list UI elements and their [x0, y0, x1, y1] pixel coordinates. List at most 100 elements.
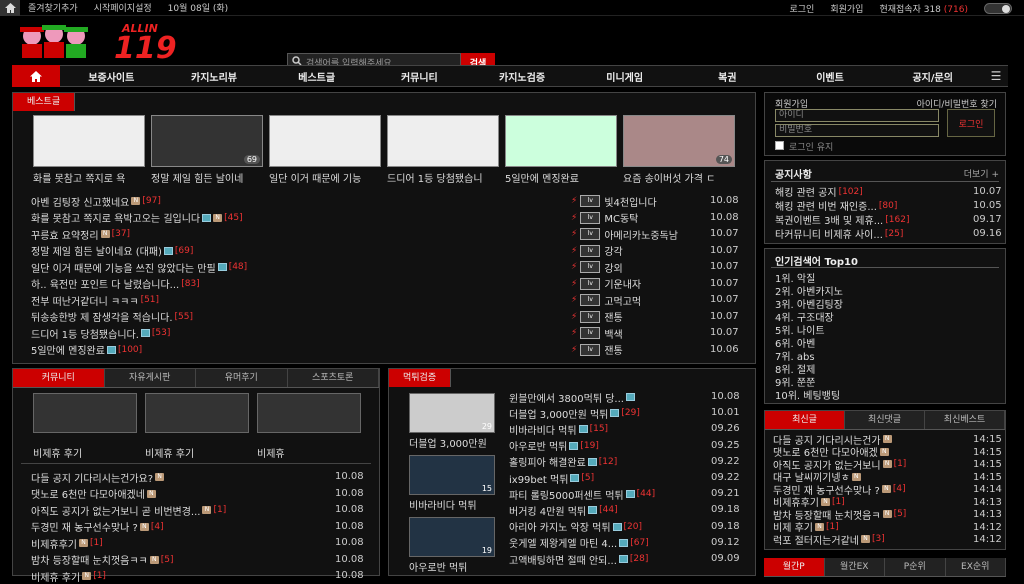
- post-title[interactable]: 아벤 김팅장 신고했네요: [31, 194, 129, 209]
- tab-community[interactable]: 커뮤니티: [13, 369, 105, 387]
- list-item[interactable]: 버거킹 4만원 먹튀 [44]: [509, 502, 618, 518]
- post-title[interactable]: 홀링피아 해결완료: [509, 454, 586, 469]
- tab-rank[interactable]: EX순위: [945, 558, 1006, 576]
- post-title[interactable]: 뒤송송한방 제 잠생각을 적습니다.: [31, 309, 173, 324]
- list-item[interactable]: 5일만에 멘징완료 [100]: [31, 342, 142, 358]
- list-item[interactable]: ⚡ lv 잰통: [571, 342, 623, 358]
- site-logo[interactable]: ALLIN 119: [14, 18, 219, 66]
- list-item[interactable]: 더블업 3,000만원 먹튀 [29]: [509, 405, 640, 421]
- thumbnail-image[interactable]: 15: [409, 455, 495, 495]
- nav-item[interactable]: 이벤트: [779, 69, 882, 84]
- thumbnail-image[interactable]: 29: [409, 393, 495, 433]
- nav-item[interactable]: 보증사이트: [60, 69, 163, 84]
- nav-item[interactable]: 미니게임: [573, 69, 676, 84]
- nav-item[interactable]: 복권: [676, 69, 779, 84]
- nav-item[interactable]: 카지노리뷰: [163, 69, 266, 84]
- author-name[interactable]: 강외: [604, 260, 622, 275]
- list-item[interactable]: 꾸릉효 요약정리 N [37]: [31, 226, 130, 242]
- author-name[interactable]: 고먹고먹: [604, 293, 641, 308]
- list-item[interactable]: ⚡ lv 강각: [571, 243, 623, 259]
- thumbnail-title[interactable]: 비제휴: [257, 445, 369, 460]
- post-title[interactable]: 윈블만에서 3800먹튀 당...: [509, 390, 624, 405]
- tab-community[interactable]: 유머후기: [196, 369, 288, 387]
- list-item[interactable]: 댓노로 6천만 다모아애겠네 N: [31, 486, 156, 502]
- post-title[interactable]: 댓노로 6천만 다모아애겠네: [31, 486, 145, 501]
- tab-community[interactable]: 자유게시판: [104, 369, 196, 387]
- thumbnail-image[interactable]: [387, 115, 499, 167]
- tab-rank[interactable]: P순위: [885, 558, 946, 576]
- thumbnail-image[interactable]: [33, 393, 137, 433]
- list-item[interactable]: 아직도 공지가 없는거보니 곧 비번변경... N [1]: [31, 502, 226, 518]
- author-name[interactable]: 잰통: [604, 342, 622, 357]
- thumbnail-image[interactable]: [257, 393, 361, 433]
- nav-item[interactable]: 공지/문의: [881, 69, 984, 84]
- thumbnail-title[interactable]: 비제휴 후기: [33, 445, 145, 460]
- list-item[interactable]: 하.. 육전만 포인트 다 날렸습니다... [83]: [31, 276, 200, 292]
- id-field[interactable]: 아이디: [775, 109, 939, 122]
- list-item[interactable]: 드디어 1등 당첨됐습니다. [53]: [31, 325, 170, 341]
- list-item[interactable]: ⚡ lv 잰통: [571, 309, 623, 325]
- menu-icon[interactable]: ☰: [984, 69, 1008, 83]
- list-item[interactable]: ⚡ lv MC동탁: [571, 210, 638, 226]
- post-title[interactable]: 드디어 1등 당첨됐습니다.: [31, 326, 139, 341]
- post-title[interactable]: 비제휴 후기: [31, 569, 80, 584]
- home-icon[interactable]: [0, 0, 20, 16]
- post-title[interactable]: 아우로반 먹튀: [509, 438, 567, 453]
- login-button[interactable]: 로그인: [947, 109, 995, 137]
- nav-item[interactable]: 베스트글: [265, 69, 368, 84]
- author-name[interactable]: 강각: [604, 243, 622, 258]
- post-title[interactable]: 더블업 3,000만원 먹튀: [509, 406, 608, 421]
- thumbnail-image[interactable]: [505, 115, 617, 167]
- list-item[interactable]: 럭포 절터지는거같네 N [3]: [773, 532, 885, 547]
- thumbnail-title[interactable]: 드디어 1등 당첨됐습니: [387, 170, 499, 185]
- password-field[interactable]: 비밀번호: [775, 124, 939, 137]
- thumbnail-title[interactable]: 아우로반 먹튀: [409, 559, 499, 574]
- list-item[interactable]: ⚡ lv 백색: [571, 325, 623, 341]
- thumbnail-title[interactable]: 5일만에 멘징완료: [505, 170, 617, 185]
- post-title[interactable]: 럭포 절터지는거같네: [773, 532, 859, 547]
- thumbnail-title[interactable]: 더블업 3,000만원: [409, 435, 499, 450]
- list-item[interactable]: ⚡ lv 빛4천입니다: [571, 193, 657, 209]
- list-item[interactable]: ix99bet 먹튀 [5]: [509, 470, 594, 486]
- keep-login-checkbox[interactable]: [775, 141, 784, 150]
- post-title[interactable]: 꾸릉효 요약정리: [31, 227, 99, 242]
- list-item[interactable]: 비제휴 후기 N [1]: [31, 568, 106, 584]
- tab-community[interactable]: 스포츠토론: [287, 369, 379, 387]
- tab-verify[interactable]: 먹튀검증: [389, 369, 452, 387]
- thumbnail-image[interactable]: [33, 115, 145, 167]
- list-item[interactable]: ⚡ lv 기운내자: [571, 276, 641, 292]
- list-item[interactable]: 해킹 관련 공지 [102]: [775, 184, 863, 200]
- nav-item[interactable]: 카지노검증: [471, 69, 574, 84]
- author-name[interactable]: MC동탁: [604, 210, 638, 225]
- popular-keyword[interactable]: 10위. 베팅뱅팅: [775, 388, 840, 402]
- list-item[interactable]: 밤차 등장할때 눈치껏음ㅋㅋ N [5]: [31, 552, 174, 568]
- notice-title[interactable]: 복권이벤트 3배 및 제휴...: [775, 212, 883, 227]
- thumbnail-image[interactable]: 74: [623, 115, 735, 167]
- notice-more-link[interactable]: 더보기 +: [964, 167, 999, 180]
- author-name[interactable]: 백색: [604, 326, 622, 341]
- tab-recent[interactable]: 최신댓글: [845, 411, 925, 429]
- list-item[interactable]: ⚡ lv 아메리카노중독남: [571, 226, 678, 242]
- join-link[interactable]: 회원가입: [830, 2, 863, 15]
- list-item[interactable]: 아벤 김팅장 신고했네요 N [97]: [31, 193, 161, 209]
- post-title[interactable]: 화를 못참고 쪽지로 욕박고오는 길입니다: [31, 210, 200, 225]
- author-name[interactable]: 잰통: [604, 309, 622, 324]
- post-title[interactable]: 비제휴후기: [31, 536, 77, 551]
- thumbnail-image[interactable]: 69: [151, 115, 263, 167]
- list-item[interactable]: 파티 롤링5000퍼센트 먹튀 [44]: [509, 486, 655, 502]
- list-item[interactable]: 화를 못참고 쪽지로 욕박고오는 길입니다 N [45]: [31, 210, 243, 226]
- post-title[interactable]: 다들 공지 기다리시는건가요?: [31, 470, 153, 485]
- list-item[interactable]: 정말 제일 힘든 날이네요 (대패) [69]: [31, 243, 193, 259]
- theme-toggle[interactable]: [984, 2, 1012, 14]
- notice-title[interactable]: 해킹 관련 공지: [775, 184, 837, 199]
- post-title[interactable]: 정말 제일 힘든 날이네요 (대패): [31, 243, 162, 258]
- post-title[interactable]: 버거킹 4만원 먹튀: [509, 503, 586, 518]
- nav-home-icon[interactable]: [12, 65, 60, 87]
- list-item[interactable]: 홀링피아 해결완료 [12]: [509, 454, 617, 470]
- post-title[interactable]: 웃게엘 제왕게엘 마틴 4...: [509, 535, 617, 550]
- list-item[interactable]: 웃게엘 제왕게엘 마틴 4... [67]: [509, 535, 649, 551]
- nav-item[interactable]: 커뮤니티: [368, 69, 471, 84]
- bookmark-link[interactable]: 즐겨찾기추가: [20, 1, 86, 14]
- list-item[interactable]: 전부 떠난거같더니 ㅋㅋㅋ [51]: [31, 292, 159, 308]
- author-name[interactable]: 아메리카노중독남: [604, 227, 678, 242]
